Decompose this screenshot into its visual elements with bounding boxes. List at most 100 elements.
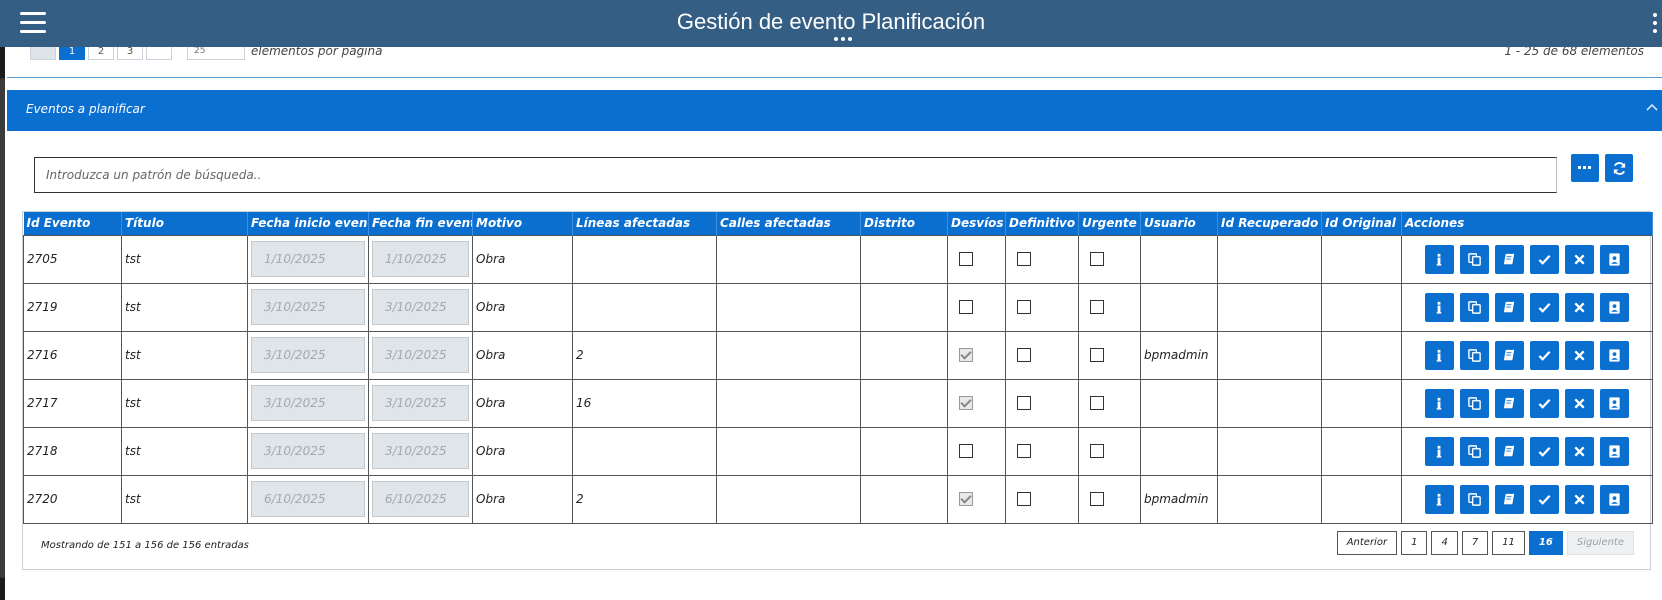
info-button[interactable] xyxy=(1425,340,1454,370)
search-input[interactable]: Introduzca un patrón de búsqueda.. xyxy=(34,157,1557,193)
detours-checkbox[interactable] xyxy=(959,444,973,459)
start-date-field[interactable]: 3/10/2025 xyxy=(251,385,365,421)
start-date-field[interactable]: 3/10/2025 xyxy=(251,433,365,469)
end-date-field[interactable]: 3/10/2025 xyxy=(372,337,469,373)
copy-button[interactable] xyxy=(1460,388,1489,418)
urgent-checkbox[interactable] xyxy=(1090,300,1104,315)
next-page-button[interactable]: Siguiente xyxy=(1566,531,1634,555)
definitive-checkbox[interactable] xyxy=(1017,252,1031,267)
definitive-checkbox[interactable] xyxy=(1017,348,1031,363)
info-button[interactable] xyxy=(1425,244,1454,274)
end-date-field[interactable]: 3/10/2025 xyxy=(372,385,469,421)
page-button[interactable]: 1 xyxy=(1401,531,1428,555)
end-date-field[interactable]: 6/10/2025 xyxy=(372,481,469,517)
start-date-field[interactable]: 1/10/2025 xyxy=(251,241,365,277)
previous-pager-page[interactable]: 2 xyxy=(88,47,114,60)
check-button[interactable] xyxy=(1530,484,1559,514)
column-header[interactable]: Id Original xyxy=(1321,212,1402,235)
urgent-checkbox[interactable] xyxy=(1090,396,1104,411)
end-date-field[interactable]: 1/10/2025 xyxy=(372,241,469,277)
kebab-more-icon[interactable] xyxy=(1652,13,1658,37)
refresh-button[interactable] xyxy=(1605,154,1633,182)
column-header[interactable]: Id Evento xyxy=(23,212,122,235)
panel-header[interactable]: Eventos a planificar xyxy=(7,90,1662,131)
assign-user-button[interactable] xyxy=(1600,244,1629,274)
column-header[interactable]: Usuario xyxy=(1140,212,1218,235)
table-row[interactable]: 2716 tst 3/10/2025 3/10/2025 Obra 2 bpmadmin xyxy=(23,330,1653,380)
left-scroll-handle[interactable] xyxy=(0,78,5,578)
start-date-field[interactable]: 3/10/2025 xyxy=(251,337,365,373)
info-button[interactable] xyxy=(1425,292,1454,322)
check-button[interactable] xyxy=(1530,388,1559,418)
end-date-field[interactable]: 3/10/2025 xyxy=(372,433,469,469)
detours-checkbox[interactable] xyxy=(959,252,973,267)
column-header[interactable]: Fecha fin evento xyxy=(368,212,473,235)
table-row[interactable]: 2720 tst 6/10/2025 6/10/2025 Obra 2 bpmadmin xyxy=(23,474,1653,524)
check-button[interactable] xyxy=(1530,244,1559,274)
definitive-checkbox[interactable] xyxy=(1017,396,1031,411)
copy-button[interactable] xyxy=(1460,436,1489,466)
check-button[interactable] xyxy=(1530,436,1559,466)
column-header[interactable]: Fecha inicio evento xyxy=(247,212,369,235)
close-button[interactable] xyxy=(1565,436,1594,466)
close-button[interactable] xyxy=(1565,484,1594,514)
assign-user-button[interactable] xyxy=(1600,292,1629,322)
assign-user-button[interactable] xyxy=(1600,388,1629,418)
book-button[interactable] xyxy=(1495,244,1524,274)
definitive-checkbox[interactable] xyxy=(1017,444,1031,459)
column-header[interactable]: Motivo xyxy=(472,212,573,235)
page-button[interactable]: 7 xyxy=(1461,531,1489,555)
start-date-field[interactable]: 3/10/2025 xyxy=(251,289,365,325)
close-button[interactable] xyxy=(1565,292,1594,322)
start-date-field[interactable]: 6/10/2025 xyxy=(251,481,365,517)
column-header[interactable]: Título xyxy=(121,212,248,235)
close-button[interactable] xyxy=(1565,244,1594,274)
close-button[interactable] xyxy=(1565,340,1594,370)
definitive-checkbox[interactable] xyxy=(1017,300,1031,315)
chevron-up-icon[interactable] xyxy=(1646,99,1658,115)
page-button[interactable]: 11 xyxy=(1492,531,1525,555)
page-button[interactable]: 16 xyxy=(1528,531,1563,555)
assign-user-button[interactable] xyxy=(1600,340,1629,370)
column-header[interactable]: Urgente xyxy=(1078,212,1141,235)
book-button[interactable] xyxy=(1495,340,1524,370)
copy-button[interactable] xyxy=(1460,292,1489,322)
info-button[interactable] xyxy=(1425,484,1454,514)
detours-checkbox[interactable] xyxy=(959,492,973,507)
end-date-field[interactable]: 3/10/2025 xyxy=(372,289,469,325)
table-row[interactable]: 2719 tst 3/10/2025 3/10/2025 Obra xyxy=(23,282,1653,332)
previous-pager-page[interactable]: 3 xyxy=(117,47,143,60)
copy-button[interactable] xyxy=(1460,244,1489,274)
previous-pager-page[interactable] xyxy=(30,47,56,60)
previous-pager-page[interactable] xyxy=(146,47,172,60)
table-row[interactable]: 2717 tst 3/10/2025 3/10/2025 Obra 16 xyxy=(23,378,1653,428)
book-button[interactable] xyxy=(1495,484,1524,514)
page-size-select[interactable]: 25 xyxy=(187,47,245,60)
column-header[interactable]: Desvíos xyxy=(947,212,1006,235)
check-button[interactable] xyxy=(1530,292,1559,322)
assign-user-button[interactable] xyxy=(1600,484,1629,514)
page-button[interactable]: 4 xyxy=(1431,531,1458,555)
urgent-checkbox[interactable] xyxy=(1090,348,1104,363)
book-button[interactable] xyxy=(1495,388,1524,418)
copy-button[interactable] xyxy=(1460,484,1489,514)
previous-page-button[interactable]: Anterior xyxy=(1336,531,1398,555)
detours-checkbox[interactable] xyxy=(959,300,973,315)
column-header[interactable]: Líneas afectadas xyxy=(572,212,717,235)
search-options-button[interactable] xyxy=(1571,154,1599,182)
column-header[interactable]: Acciones xyxy=(1401,212,1653,235)
column-header[interactable]: Calles afectadas xyxy=(716,212,861,235)
column-header[interactable]: Id Recuperado xyxy=(1217,212,1322,235)
check-button[interactable] xyxy=(1530,340,1559,370)
table-row[interactable]: 2718 tst 3/10/2025 3/10/2025 Obra xyxy=(23,426,1653,476)
copy-button[interactable] xyxy=(1460,340,1489,370)
urgent-checkbox[interactable] xyxy=(1090,252,1104,267)
urgent-checkbox[interactable] xyxy=(1090,492,1104,507)
book-button[interactable] xyxy=(1495,436,1524,466)
previous-pager-page[interactable]: 1 xyxy=(59,47,85,60)
detours-checkbox[interactable] xyxy=(959,396,973,411)
definitive-checkbox[interactable] xyxy=(1017,492,1031,507)
close-button[interactable] xyxy=(1565,388,1594,418)
urgent-checkbox[interactable] xyxy=(1090,444,1104,459)
column-header[interactable]: Distrito xyxy=(860,212,948,235)
